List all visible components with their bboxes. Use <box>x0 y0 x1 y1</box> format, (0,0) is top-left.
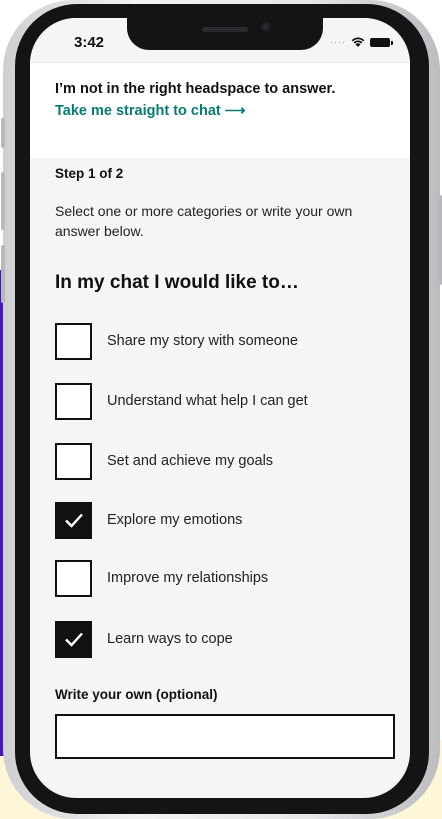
write-own-label: Write your own (optional) <box>55 687 218 702</box>
option-set-goals[interactable]: Set and achieve my goals <box>55 441 385 481</box>
battery-icon <box>370 37 393 47</box>
mute-switch <box>1 118 5 148</box>
checkbox[interactable] <box>55 322 92 360</box>
volume-down-button <box>1 245 5 303</box>
phone-notch <box>127 18 323 50</box>
option-explore-emotions[interactable]: Explore my emotions <box>55 500 385 540</box>
option-share-story[interactable]: Share my story with someone <box>55 321 385 361</box>
straight-to-chat-link[interactable]: Take me straight to chat ⟶ <box>55 103 246 119</box>
checkbox-checked[interactable] <box>55 501 92 539</box>
skip-card: I’m not in the right headspace to answer… <box>30 62 410 158</box>
wifi-icon <box>351 37 365 47</box>
app-screen: 3:42 ···· I’m not in the right headspace… <box>30 18 410 798</box>
checkbox[interactable] <box>55 442 92 480</box>
skip-headline: I’m not in the right headspace to answer… <box>55 81 336 97</box>
checkbox-checked[interactable] <box>55 620 92 658</box>
status-time: 3:42 <box>74 34 105 51</box>
checkbox[interactable] <box>55 559 92 597</box>
checkmark-icon <box>64 513 83 528</box>
step-indicator: Step 1 of 2 <box>55 166 124 181</box>
front-camera <box>261 22 271 32</box>
status-icons: ···· <box>330 34 393 50</box>
volume-up-button <box>1 172 5 230</box>
option-label: Improve my relationships <box>107 570 269 586</box>
option-label: Learn ways to cope <box>107 631 233 647</box>
option-improve-relationships[interactable]: Improve my relationships <box>55 558 385 598</box>
signal-icon: ···· <box>330 37 346 47</box>
option-label: Share my story with someone <box>107 333 298 349</box>
option-label: Explore my emotions <box>107 512 243 528</box>
speaker-grille <box>202 27 248 32</box>
power-button <box>438 195 442 285</box>
option-label: Set and achieve my goals <box>107 453 274 469</box>
write-own-input[interactable] <box>55 714 395 759</box>
question-heading: In my chat I would like to… <box>55 272 299 293</box>
checkmark-icon <box>64 632 83 647</box>
option-learn-cope[interactable]: Learn ways to cope <box>55 619 385 659</box>
option-understand-help[interactable]: Understand what help I can get <box>55 381 385 421</box>
option-label: Understand what help I can get <box>107 393 308 409</box>
instructions-text: Select one or more categories or write y… <box>55 203 353 239</box>
checkbox[interactable] <box>55 382 92 420</box>
